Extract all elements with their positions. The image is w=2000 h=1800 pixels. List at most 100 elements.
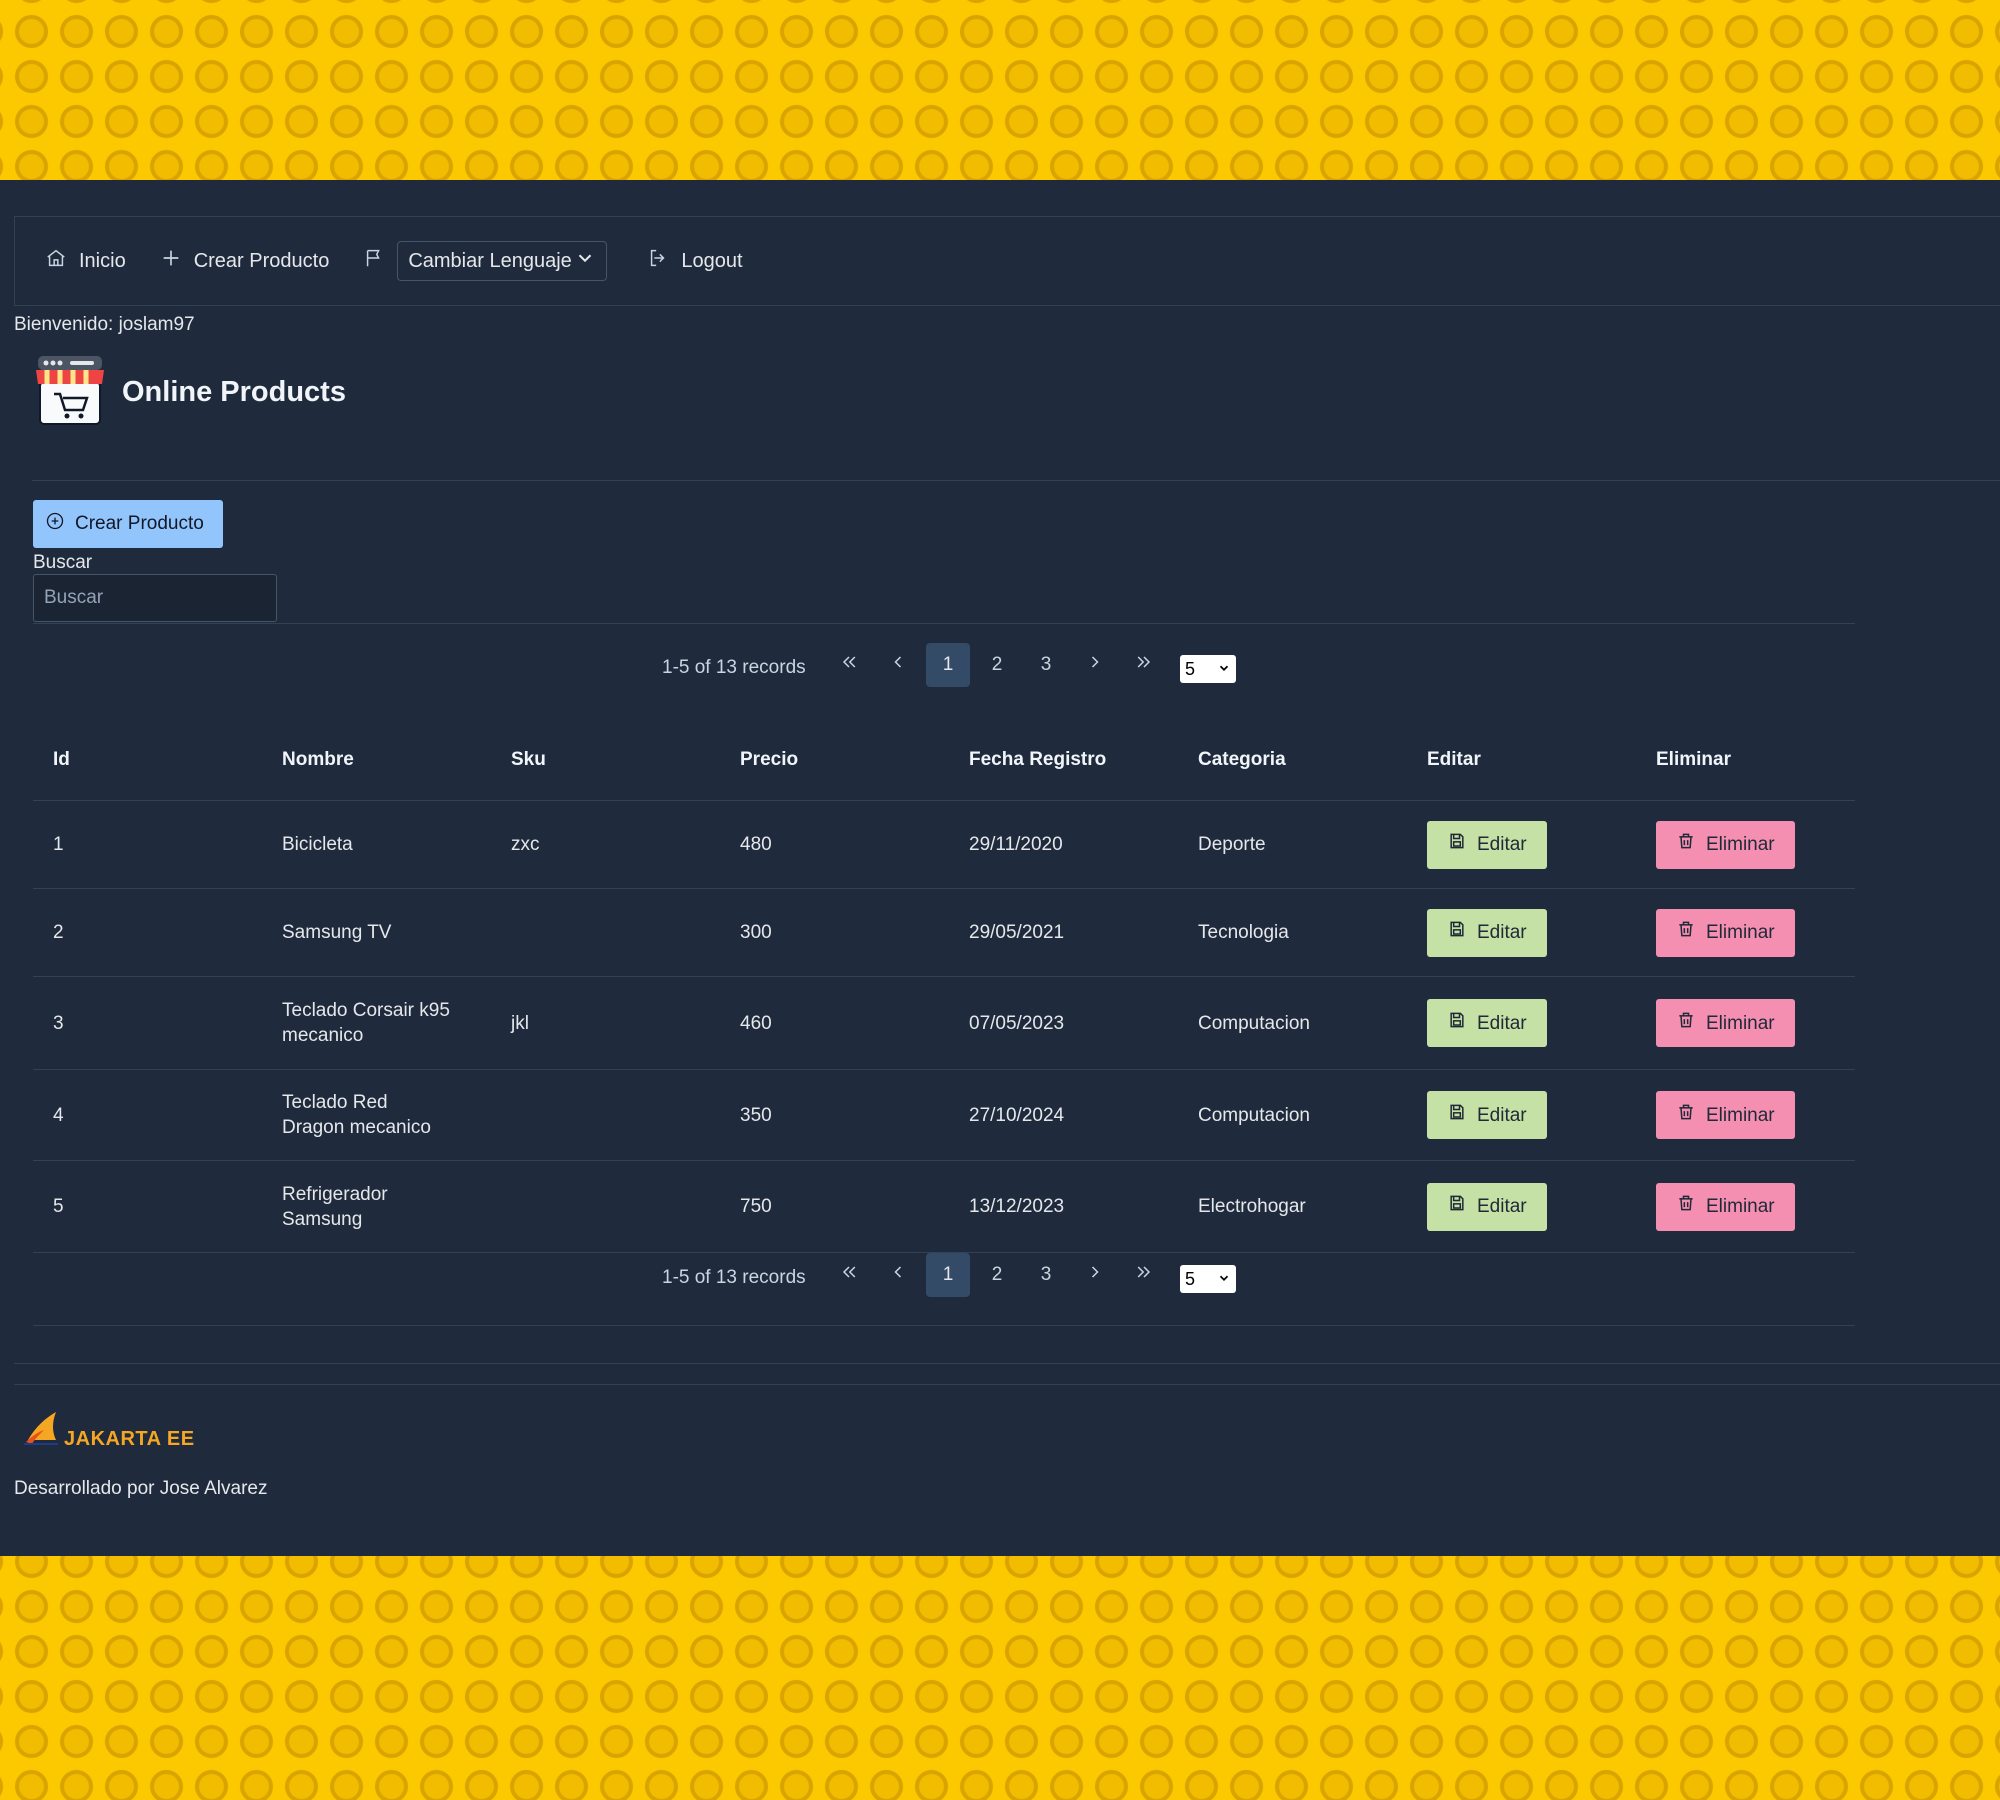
cell-id: 5 bbox=[33, 1160, 262, 1253]
chevrons-right-icon bbox=[1134, 652, 1154, 678]
cell-editar: Editar bbox=[1407, 800, 1636, 889]
cell-categoria: Computacion bbox=[1178, 1069, 1407, 1161]
trash-icon bbox=[1676, 1193, 1696, 1220]
cell-precio: 480 bbox=[720, 800, 949, 889]
column-header-eliminar: Eliminar bbox=[1636, 720, 1855, 801]
column-header-categoria: Categoria bbox=[1178, 720, 1407, 801]
delete-button[interactable]: Eliminar bbox=[1656, 1182, 1795, 1231]
cell-nombre: Samsung TV bbox=[262, 888, 491, 977]
delete-button-label: Eliminar bbox=[1706, 834, 1775, 855]
prev-page-button[interactable] bbox=[876, 643, 920, 687]
table-row: 2 Samsung TV 300 29/05/2021 Tecnologia Editar… bbox=[33, 888, 1855, 977]
rows-per-page-select[interactable]: 5 bbox=[1180, 1265, 1236, 1293]
cell-eliminar: Eliminar bbox=[1636, 1160, 1855, 1253]
jakarta-ee-logo: JAKARTA EE bbox=[22, 1406, 195, 1451]
cell-precio: 300 bbox=[720, 888, 949, 977]
first-page-button[interactable] bbox=[827, 1253, 871, 1297]
prev-page-button[interactable] bbox=[876, 1253, 920, 1297]
cell-eliminar: Eliminar bbox=[1636, 888, 1855, 977]
rows-per-page-select[interactable]: 5 bbox=[1180, 655, 1236, 683]
delete-button[interactable]: Eliminar bbox=[1656, 820, 1795, 869]
cell-sku: jkl bbox=[491, 976, 720, 1070]
create-product-button[interactable]: Crear Producto bbox=[33, 500, 223, 548]
last-page-button[interactable] bbox=[1122, 1253, 1166, 1297]
brand: Online Products bbox=[32, 352, 346, 433]
nav-logout-label: Logout bbox=[681, 249, 743, 272]
shop-logo-icon bbox=[32, 352, 108, 433]
column-header-nombre: Nombre bbox=[262, 720, 491, 801]
cell-nombre: Refrigerador Samsung bbox=[262, 1160, 491, 1253]
column-header-sku: Sku bbox=[491, 720, 720, 801]
edit-button[interactable]: Editar bbox=[1427, 820, 1547, 869]
delete-button-label: Eliminar bbox=[1706, 922, 1775, 943]
cell-nombre: Teclado Red Dragon mecanico bbox=[262, 1069, 491, 1161]
cell-nombre: Teclado Corsair k95 mecanico bbox=[262, 976, 491, 1070]
delete-button[interactable]: Eliminar bbox=[1656, 1091, 1795, 1139]
save-icon bbox=[1447, 1193, 1467, 1220]
table-row: 1 Bicicleta zxc 480 29/11/2020 Deporte Editar E… bbox=[33, 800, 1855, 889]
chevron-down-icon bbox=[1217, 1269, 1231, 1290]
cell-id: 2 bbox=[33, 888, 262, 977]
page-button-1[interactable]: 1 bbox=[926, 1253, 970, 1297]
chevrons-left-icon bbox=[839, 1262, 859, 1288]
cell-categoria: Deporte bbox=[1178, 800, 1407, 889]
delete-button[interactable]: Eliminar bbox=[1656, 908, 1795, 957]
chevron-down-icon bbox=[1217, 659, 1231, 680]
next-page-button[interactable] bbox=[1073, 1253, 1117, 1297]
trash-icon bbox=[1676, 1010, 1696, 1037]
cell-editar: Editar bbox=[1407, 1069, 1636, 1161]
edit-button-label: Editar bbox=[1477, 1104, 1527, 1126]
cell-categoria: Computacion bbox=[1178, 976, 1407, 1070]
create-product-label: Crear Producto bbox=[75, 513, 204, 534]
nav-logout[interactable]: Logout bbox=[647, 247, 743, 275]
table-row: 4 Teclado Red Dragon mecanico 350 27/10/202… bbox=[33, 1069, 1855, 1161]
edit-button[interactable]: Editar bbox=[1427, 1091, 1547, 1139]
delete-button[interactable]: Eliminar bbox=[1656, 999, 1795, 1047]
edit-button-label: Editar bbox=[1477, 834, 1527, 855]
edit-button-label: Editar bbox=[1477, 1012, 1527, 1034]
chevron-right-icon bbox=[1085, 1262, 1105, 1288]
edit-button[interactable]: Editar bbox=[1427, 908, 1547, 957]
page-title: Online Products bbox=[122, 376, 346, 408]
divider bbox=[33, 1325, 1855, 1326]
cell-id: 1 bbox=[33, 800, 262, 889]
edit-button[interactable]: Editar bbox=[1427, 999, 1547, 1047]
save-icon bbox=[1447, 1102, 1467, 1129]
page-button-2[interactable]: 2 bbox=[975, 643, 1019, 687]
cell-editar: Editar bbox=[1407, 888, 1636, 977]
edit-button-label: Editar bbox=[1477, 1196, 1527, 1217]
first-page-button[interactable] bbox=[827, 643, 871, 687]
last-page-button[interactable] bbox=[1122, 643, 1166, 687]
cell-editar: Editar bbox=[1407, 976, 1636, 1070]
nav-create-product[interactable]: Crear Producto bbox=[160, 247, 329, 275]
page-button-3[interactable]: 3 bbox=[1024, 643, 1068, 687]
edit-button[interactable]: Editar bbox=[1427, 1182, 1547, 1231]
chevron-left-icon bbox=[888, 652, 908, 678]
next-page-button[interactable] bbox=[1073, 643, 1117, 687]
chevron-right-icon bbox=[1085, 652, 1105, 678]
rows-per-page-value: 5 bbox=[1185, 1268, 1196, 1289]
nav-home[interactable]: Inicio bbox=[45, 247, 126, 275]
sail-logo-icon bbox=[22, 1406, 62, 1451]
cell-eliminar: Eliminar bbox=[1636, 1069, 1855, 1161]
add-circle-icon bbox=[45, 511, 65, 537]
edit-button-label: Editar bbox=[1477, 922, 1527, 943]
welcome-message: Bienvenido: joslam97 bbox=[14, 314, 195, 335]
delete-button-label: Eliminar bbox=[1706, 1104, 1775, 1126]
page-button-1[interactable]: 1 bbox=[926, 643, 970, 687]
column-header-editar: Editar bbox=[1407, 720, 1636, 801]
cell-categoria: Tecnologia bbox=[1178, 888, 1407, 977]
page-button-2[interactable]: 2 bbox=[975, 1253, 1019, 1297]
cell-editar: Editar bbox=[1407, 1160, 1636, 1253]
page-button-3[interactable]: 3 bbox=[1024, 1253, 1068, 1297]
trash-icon bbox=[1676, 1102, 1696, 1129]
cell-precio: 460 bbox=[720, 976, 949, 1070]
cell-fecha: 29/05/2021 bbox=[949, 888, 1178, 977]
app-shell: Inicio Crear Producto Cambiar Lenguaje L… bbox=[0, 180, 2000, 1556]
language-select[interactable]: Cambiar Lenguaje bbox=[397, 241, 608, 281]
cell-sku bbox=[491, 1160, 720, 1253]
table-row: 3 Teclado Corsair k95 mecanico jkl 460 07/05… bbox=[33, 976, 1855, 1070]
search-input[interactable] bbox=[33, 574, 277, 622]
chevrons-right-icon bbox=[1134, 1262, 1154, 1288]
divider bbox=[33, 623, 1855, 624]
